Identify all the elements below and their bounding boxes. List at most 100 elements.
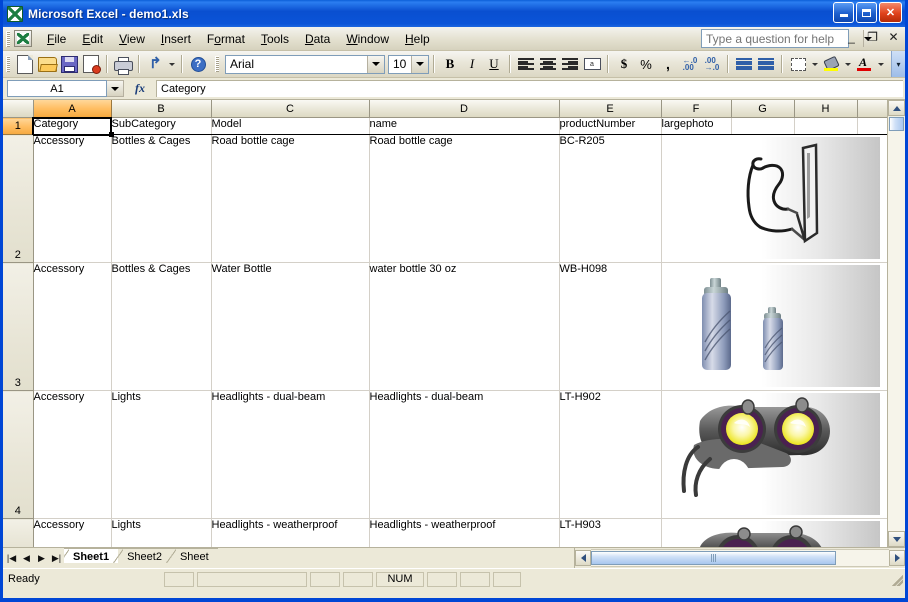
column-header-b[interactable]: B (111, 100, 211, 118)
column-header-e[interactable]: E (559, 100, 661, 118)
percent-button[interactable]: % (635, 53, 657, 75)
cell-f5-photo[interactable] (661, 519, 887, 548)
previous-sheet-button[interactable]: ◀ (21, 553, 32, 564)
menu-item-view[interactable]: View (111, 29, 153, 49)
cell-e3[interactable]: WB-H098 (559, 263, 661, 391)
vertical-scrollbar[interactable] (887, 100, 905, 547)
name-box-dropdown-arrow[interactable] (107, 80, 124, 97)
font-name-dropdown-arrow[interactable] (367, 56, 384, 73)
decrease-indent-button[interactable] (733, 53, 755, 75)
cell-d3[interactable]: water bottle 30 oz (369, 263, 559, 391)
scroll-down-button[interactable] (888, 531, 905, 547)
cell-b4[interactable]: Lights (111, 391, 211, 519)
next-sheet-button[interactable]: ▶ (36, 553, 47, 564)
menu-item-insert[interactable]: Insert (153, 29, 199, 49)
select-all-corner[interactable] (3, 100, 33, 118)
menu-item-data[interactable]: Data (297, 29, 338, 49)
increase-decimal-button[interactable]: ←.0.00 (679, 53, 701, 75)
new-document-icon[interactable] (14, 53, 36, 75)
cell-e2[interactable]: BC-R205 (559, 135, 661, 263)
cell-e5[interactable]: LT-H903 (559, 519, 661, 548)
formatting-toolbar-grip[interactable] (215, 56, 219, 72)
increase-indent-button[interactable] (755, 53, 777, 75)
horizontal-scroll-thumb[interactable] (591, 551, 836, 565)
cell-f1[interactable]: largephoto (661, 118, 731, 135)
row-header-1[interactable]: 1 (3, 118, 33, 135)
ask-a-question-box[interactable] (701, 29, 849, 48)
insert-function-icon[interactable]: fx (124, 81, 156, 96)
cell-c4[interactable]: Headlights - dual-beam (211, 391, 369, 519)
cell-partial-1[interactable] (857, 118, 887, 135)
borders-button[interactable] (787, 53, 809, 75)
bold-button[interactable]: B (439, 53, 461, 75)
cell-c3[interactable]: Water Bottle (211, 263, 369, 391)
cell-e1[interactable]: productNumber (559, 118, 661, 135)
font-size-dropdown-arrow[interactable] (411, 56, 428, 73)
menu-item-format[interactable]: Format (199, 29, 253, 49)
menu-item-window[interactable]: Window (338, 29, 397, 49)
cell-b1[interactable]: SubCategory (111, 118, 211, 135)
undo-icon[interactable]: ↰ (144, 53, 166, 75)
fill-color-dropdown-arrow[interactable] (842, 53, 853, 75)
cell-c5[interactable]: Headlights - weatherproof (211, 519, 369, 548)
underline-button[interactable]: U (483, 53, 505, 75)
column-header-h[interactable]: H (794, 100, 857, 118)
formatting-toolbar-overflow[interactable]: ▾ (891, 51, 905, 77)
cell-d4[interactable]: Headlights - dual-beam (369, 391, 559, 519)
fill-color-button[interactable] (820, 53, 842, 75)
menubar-grip[interactable] (6, 31, 10, 47)
cell-d2[interactable]: Road bottle cage (369, 135, 559, 263)
comma-style-button[interactable]: , (657, 53, 679, 75)
cell-g1[interactable] (731, 118, 794, 135)
help-icon[interactable]: ? (187, 53, 209, 75)
cell-d1[interactable]: name (369, 118, 559, 135)
menu-item-edit[interactable]: Edit (74, 29, 111, 49)
cell-f2-photo[interactable] (661, 135, 887, 263)
cell-b2[interactable]: Bottles & Cages (111, 135, 211, 263)
first-sheet-button[interactable]: |◀ (6, 553, 17, 564)
cell-c1[interactable]: Model (211, 118, 369, 135)
merge-center-button[interactable]: a (581, 53, 603, 75)
menu-item-tools[interactable]: Tools (253, 29, 297, 49)
cell-a4[interactable]: Accessory (33, 391, 111, 519)
column-header-g[interactable]: G (731, 100, 794, 118)
row-header-2[interactable]: 2 (3, 135, 33, 263)
resize-grip[interactable] (889, 572, 903, 586)
print-icon[interactable] (112, 53, 134, 75)
menu-item-file[interactable]: File (39, 29, 74, 49)
cell-c2[interactable]: Road bottle cage (211, 135, 369, 263)
cell-f4-photo[interactable] (661, 391, 887, 519)
font-name-box[interactable]: Arial (225, 55, 385, 74)
scroll-right-button[interactable] (889, 550, 905, 566)
align-right-button[interactable] (559, 53, 581, 75)
cell-a5[interactable]: Accessory (33, 519, 111, 548)
align-left-button[interactable] (515, 53, 537, 75)
column-header-partial[interactable] (857, 100, 887, 118)
column-header-a[interactable]: A (33, 100, 111, 118)
doc-restore-button[interactable]: ❐ (866, 30, 879, 44)
close-button[interactable]: ✕ (879, 2, 902, 23)
row-header-4[interactable]: 4 (3, 391, 33, 519)
sheet-tab-sheet1[interactable]: Sheet1 (64, 548, 118, 563)
scroll-left-button[interactable] (575, 550, 591, 566)
cell-a3[interactable]: Accessory (33, 263, 111, 391)
cell-d5[interactable]: Headlights - weatherproof (369, 519, 559, 548)
column-header-f[interactable]: F (661, 100, 731, 118)
font-size-box[interactable]: 10 (388, 55, 429, 74)
row-header-3[interactable]: 3 (3, 263, 33, 391)
horizontal-scroll-track[interactable] (591, 549, 889, 567)
row-header-5[interactable] (3, 519, 33, 548)
ask-a-question-input[interactable] (702, 31, 863, 47)
vertical-scroll-thumb[interactable] (889, 117, 904, 131)
align-center-button[interactable] (537, 53, 559, 75)
cell-a1[interactable]: Category (33, 118, 111, 135)
scroll-up-button[interactable] (888, 100, 905, 116)
undo-dropdown-arrow[interactable] (166, 53, 177, 75)
cell-a2[interactable]: Accessory (33, 135, 111, 263)
sheet-tab-sheet2[interactable]: Sheet2 (118, 548, 171, 563)
column-header-d[interactable]: D (369, 100, 559, 118)
doc-minimize-button[interactable]: _ (845, 30, 858, 44)
open-folder-icon[interactable] (36, 53, 58, 75)
doc-close-button[interactable]: ✕ (887, 30, 900, 44)
column-header-c[interactable]: C (211, 100, 369, 118)
